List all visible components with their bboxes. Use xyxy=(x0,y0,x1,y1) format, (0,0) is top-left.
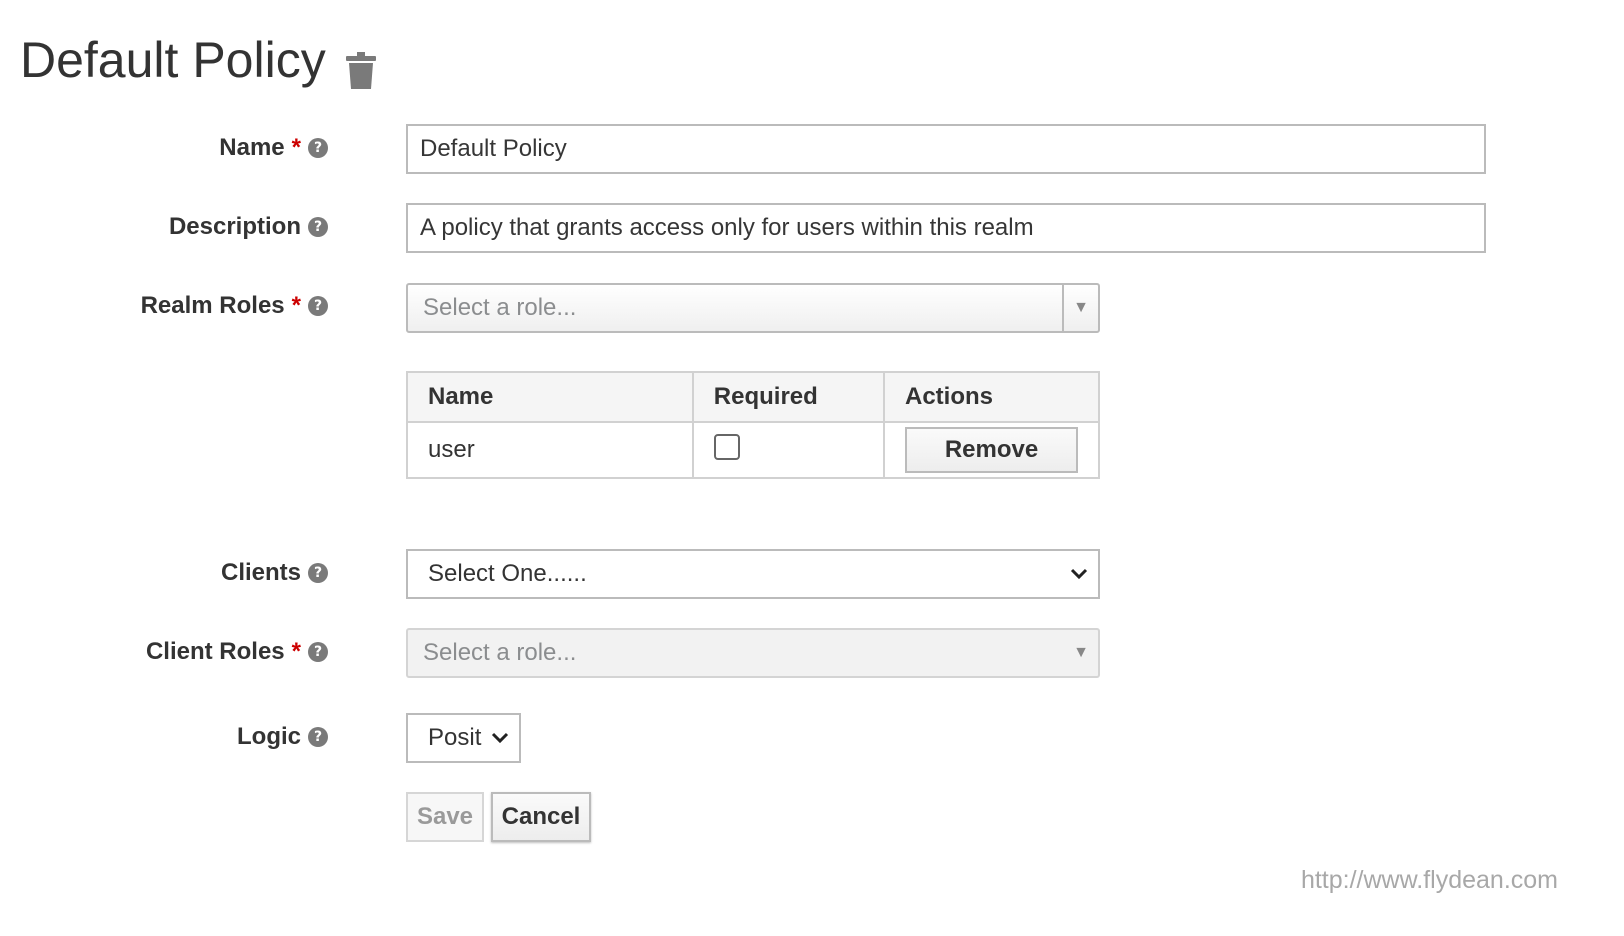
logic-label: Logic xyxy=(237,723,301,750)
realm-roles-placeholder: Select a role... xyxy=(423,294,577,321)
help-icon[interactable]: ? xyxy=(308,138,328,158)
name-input-value: Default Policy xyxy=(420,135,567,162)
page-title: Default Policy xyxy=(20,32,326,88)
name-label-row: Name * ? xyxy=(219,128,328,168)
client-roles-label: Client Roles xyxy=(145,638,285,665)
client-roles-placeholder: Select a role... xyxy=(423,639,577,666)
clients-label: Clients xyxy=(220,559,301,586)
description-label-row: Description ? xyxy=(169,207,328,247)
client-roles-select: Select a role... ▼ xyxy=(406,628,1100,678)
role-actions-cell: Remove xyxy=(883,421,1100,479)
client-roles-label-row: Client Roles * ? xyxy=(146,632,328,672)
help-icon[interactable]: ? xyxy=(308,563,328,583)
realm-roles-table: Name Required Actions user Remove xyxy=(406,371,1100,479)
required-marker: * xyxy=(291,292,301,319)
cancel-button[interactable]: Cancel xyxy=(491,792,591,842)
column-header-name: Name xyxy=(406,371,694,423)
column-header-required: Required xyxy=(691,371,886,423)
logic-select[interactable]: Posit xyxy=(406,713,521,763)
realm-roles-label-row: Realm Roles * ? xyxy=(141,286,328,326)
save-button[interactable]: Save xyxy=(406,792,484,842)
description-input-value: A policy that grants access only for use… xyxy=(420,214,1034,241)
caret-down-icon: ▼ xyxy=(1073,644,1089,661)
help-icon[interactable]: ? xyxy=(308,642,328,662)
help-icon[interactable]: ? xyxy=(308,296,328,316)
policy-page: Default Policy Name * ? Default Policy D… xyxy=(0,0,1624,936)
trash-icon[interactable] xyxy=(345,43,376,89)
help-icon[interactable]: ? xyxy=(308,217,328,237)
clients-select-value: Select One...... xyxy=(428,560,587,587)
logic-label-row: Logic ? xyxy=(237,717,328,757)
required-marker: * xyxy=(291,134,301,161)
role-required-cell xyxy=(691,421,886,479)
watermark: http://www.flydean.com xyxy=(1300,866,1558,894)
chevron-down-icon xyxy=(491,732,519,744)
realm-roles-select[interactable]: Select a role... ▼ xyxy=(406,283,1100,333)
realm-roles-label: Realm Roles xyxy=(140,292,285,319)
name-input[interactable]: Default Policy xyxy=(406,124,1486,174)
clients-select[interactable]: Select One...... xyxy=(406,549,1100,599)
description-input[interactable]: A policy that grants access only for use… xyxy=(406,203,1486,253)
logic-select-value: Posit xyxy=(428,724,482,751)
name-label: Name xyxy=(219,134,285,161)
page-title-container: Default Policy xyxy=(20,30,376,90)
caret-down-icon[interactable]: ▼ xyxy=(1062,285,1098,331)
description-label: Description xyxy=(168,213,301,240)
table-row: user Remove xyxy=(406,421,1100,479)
chevron-down-icon xyxy=(1070,568,1098,580)
clients-label-row: Clients ? xyxy=(221,553,328,593)
required-checkbox[interactable] xyxy=(713,433,740,460)
column-header-actions: Actions xyxy=(883,371,1100,423)
help-icon[interactable]: ? xyxy=(308,727,328,747)
remove-button[interactable]: Remove xyxy=(905,427,1078,473)
required-marker: * xyxy=(291,638,301,665)
table-header-row: Name Required Actions xyxy=(406,371,1100,423)
role-name-cell: user xyxy=(406,421,694,479)
